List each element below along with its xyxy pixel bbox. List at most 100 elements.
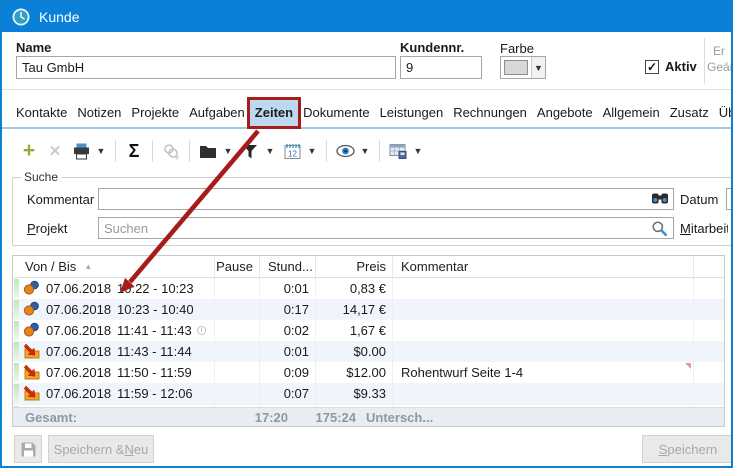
kommentar-search-input[interactable] — [98, 188, 674, 210]
save-and-new-button[interactable]: Speichern & Neu — [48, 435, 154, 463]
calendar-button[interactable]: 12 — [280, 139, 304, 163]
clock-icon — [12, 8, 30, 26]
row-status-strip — [14, 342, 19, 361]
divider — [326, 140, 327, 162]
table-row[interactable]: 07.06.201811:59 - 12:06 0:07 $9.33 — [13, 383, 724, 404]
column-header-kommentar[interactable]: Kommentar — [393, 256, 694, 277]
print-dropdown[interactable]: ▼ — [94, 146, 108, 156]
svg-text:12: 12 — [288, 149, 297, 158]
filter-icon — [242, 144, 258, 159]
delete-icon: ✕ — [49, 142, 62, 160]
kundennr-label: Kundennr. — [400, 40, 464, 55]
row-status-strip — [14, 384, 19, 403]
sum-icon: Σ — [129, 141, 140, 162]
meta-erstellt: Er — [713, 44, 725, 58]
folder-dropdown[interactable]: ▼ — [221, 146, 235, 156]
divider — [152, 140, 153, 162]
color-swatch — [504, 60, 528, 75]
tab-uebersicht[interactable]: Übersicht — [714, 99, 733, 127]
mitarbeiter-label: Mitarbeiter — [680, 221, 728, 236]
view-dropdown[interactable]: ▼ — [358, 146, 372, 156]
datum-label: Datum — [680, 192, 718, 207]
footer-stunden-total: 175:24 — [290, 410, 356, 425]
search-group-label: Suche — [21, 170, 61, 184]
table-footer: Gesamt: 17:20 175:24 Untersch... — [13, 407, 724, 426]
view-button[interactable] — [333, 139, 357, 163]
tab-angebote[interactable]: Angebote — [532, 99, 598, 127]
name-label: Name — [16, 40, 51, 55]
divider — [189, 140, 190, 162]
divider — [115, 140, 116, 162]
timer-icon — [197, 326, 206, 335]
divider — [379, 140, 380, 162]
tab-rechnungen[interactable]: Rechnungen — [448, 99, 532, 127]
search-icon — [651, 220, 669, 236]
tab-projekte[interactable]: Projekte — [126, 99, 184, 127]
tab-leistungen[interactable]: Leistungen — [375, 99, 449, 127]
datum-input[interactable] — [726, 188, 733, 210]
search-group: Suche Kommentar Datum Projekt Mitarbeite… — [12, 170, 733, 246]
meeting-icon — [23, 280, 40, 296]
add-button[interactable]: + — [17, 139, 41, 163]
filter-dropdown[interactable]: ▼ — [263, 146, 277, 156]
link-add-button[interactable] — [159, 139, 183, 163]
folder-arrow-icon — [23, 385, 40, 401]
footer-gesamt-label: Gesamt: — [25, 410, 77, 425]
table-export-button[interactable] — [386, 139, 410, 163]
tab-dokumente[interactable]: Dokumente — [298, 99, 374, 127]
table-save-icon — [389, 143, 407, 159]
customer-window: Kunde Name Kundennr. Farbe ▼ ✓ Aktiv Er … — [0, 0, 733, 468]
tab-bar: Kontakte Notizen Projekte Aufgaben Zeite… — [2, 99, 731, 129]
table-row[interactable]: 07.06.201811:50 - 11:59 0:09 $12.00 Rohe… — [13, 362, 724, 383]
kundennr-field[interactable] — [400, 56, 482, 79]
column-header-preis[interactable]: Preis — [316, 256, 393, 277]
footer-preis-total: Untersch... — [366, 410, 433, 425]
save-button[interactable]: Speichern — [642, 435, 733, 463]
column-header-pause[interactable]: Pause — [215, 256, 260, 277]
calendar-dropdown[interactable]: ▼ — [305, 146, 319, 156]
meeting-icon — [23, 301, 40, 317]
time-entries-table: Von / Bis ▲ Pause Stund... Preis Komment… — [12, 255, 725, 427]
toolbar: + ✕ ▼ Σ ▼ — [2, 134, 731, 168]
delete-button[interactable]: ✕ — [43, 139, 67, 163]
print-icon — [73, 143, 90, 160]
folder-arrow-icon — [23, 343, 40, 359]
row-status-strip — [14, 279, 19, 298]
table-export-dropdown[interactable]: ▼ — [411, 146, 425, 156]
tab-aufgaben[interactable]: Aufgaben — [184, 99, 250, 127]
table-header: Von / Bis ▲ Pause Stund... Preis Komment… — [13, 256, 724, 278]
save-icon-button[interactable] — [14, 435, 42, 463]
tab-zeiten[interactable]: Zeiten — [250, 99, 298, 127]
filter-button[interactable] — [238, 139, 262, 163]
print-button[interactable] — [69, 139, 93, 163]
folder-button[interactable] — [196, 139, 220, 163]
farbe-dropdown[interactable]: ▼ — [500, 56, 546, 79]
table-row[interactable]: 07.06.201810:23 - 10:40 0:17 14,17 € — [13, 299, 724, 320]
name-field[interactable] — [16, 56, 396, 79]
row-status-strip — [14, 321, 19, 340]
tab-kontakte[interactable]: Kontakte — [11, 99, 72, 127]
projekt-label: Projekt — [27, 221, 67, 236]
window-title: Kunde — [39, 9, 79, 25]
table-row[interactable]: 07.06.201811:41 - 11:43 0:02 1,67 € — [13, 320, 724, 341]
row-status-strip — [14, 363, 19, 382]
customer-header: Name Kundennr. Farbe ▼ ✓ Aktiv Er Geär — [2, 32, 731, 90]
aktiv-checkbox[interactable]: ✓ — [645, 60, 659, 74]
binoculars-icon — [651, 191, 669, 207]
sum-button[interactable]: Σ — [122, 139, 146, 163]
sort-asc-icon: ▲ — [84, 262, 92, 271]
tab-allgemein[interactable]: Allgemein — [598, 99, 665, 127]
note-marker-icon — [685, 363, 691, 369]
row-status-strip — [14, 300, 19, 319]
link-add-icon — [163, 143, 180, 160]
table-row[interactable]: 07.06.201811:43 - 11:44 0:01 $0.00 — [13, 341, 724, 362]
column-header-von-bis[interactable]: Von / Bis ▲ — [13, 256, 215, 277]
column-header-stunden[interactable]: Stund... — [260, 256, 316, 277]
chevron-down-icon: ▼ — [531, 57, 545, 78]
footer-pause-total: 17:20 — [208, 410, 288, 425]
projekt-search-input[interactable] — [98, 217, 674, 239]
table-row[interactable]: 07.06.201810:22 - 10:23 0:01 0,83 € — [13, 278, 724, 299]
aktiv-label: Aktiv — [665, 59, 697, 74]
tab-zusatz[interactable]: Zusatz — [665, 99, 714, 127]
tab-notizen[interactable]: Notizen — [72, 99, 126, 127]
